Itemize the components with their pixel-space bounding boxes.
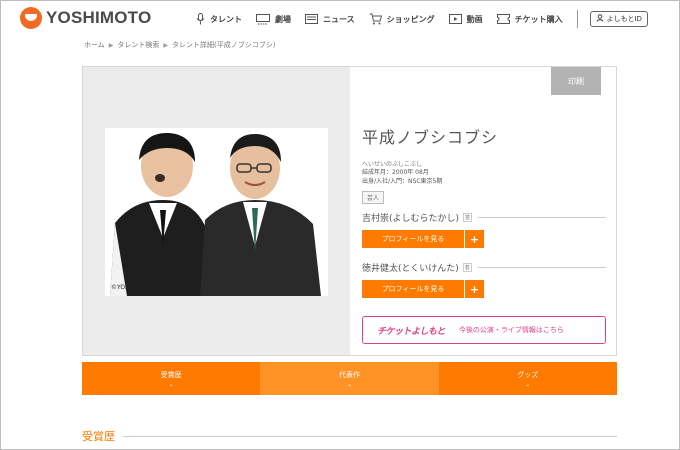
category-tag: 芸人 <box>362 191 385 204</box>
tab-goods[interactable]: グッズ ⌄ <box>438 362 617 395</box>
tab-label: グッズ <box>517 370 539 379</box>
chevron-down-icon: ⌄ <box>346 380 352 388</box>
talent-photo: ©YOSHIMOTO KOGYO CO.,LTD. <box>105 128 328 296</box>
tab-awards[interactable]: 受賞歴 ⌄ <box>82 362 261 395</box>
brand-name: YOSHIMOTO <box>46 8 152 27</box>
section-tabs: 受賞歴 ⌄ 代表作 ⌄ グッズ ⌄ <box>82 362 617 395</box>
photo-panel: ©YOSHIMOTO KOGYO CO.,LTD. <box>83 67 350 355</box>
breadcrumb: ホーム ▶ タレント検索 ▶ タレント詳細(平成ノブシコブシ) <box>84 40 276 50</box>
breadcrumb-home[interactable]: ホーム <box>84 40 105 50</box>
chevron-right-icon: ▶ <box>108 41 114 49</box>
user-icon <box>596 14 604 24</box>
ticket-icon <box>496 14 510 24</box>
member-badge: 芸 <box>463 213 473 222</box>
member-name: 徳井健太(とくいけんた) <box>362 264 459 274</box>
ticket-yoshimoto-banner[interactable]: チケットよしもと 今後の公演・ライブ情報はこちら <box>362 316 606 344</box>
site-header: YOSHIMOTO タレント 劇場 ニュース ショッピング 動画 チケット購入 … <box>0 0 680 36</box>
nav-label: ショッピング <box>386 14 435 24</box>
breadcrumb-current: タレント詳細(平成ノブシコブシ) <box>172 41 276 49</box>
awards-section-header: 受賞歴 <box>82 428 617 444</box>
breadcrumb-talent-search[interactable]: タレント検索 <box>117 40 159 50</box>
member-tokui: 徳井健太(とくいけんた) 芸 プロフィールを見る + <box>362 261 606 298</box>
chevron-down-icon: ⌄ <box>525 380 531 388</box>
nav-divider <box>576 10 578 28</box>
nav-item-video[interactable]: 動画 <box>448 14 483 25</box>
nav-item-shopping[interactable]: ショッピング <box>369 13 435 25</box>
nav-label: 動画 <box>466 14 483 24</box>
tab-label: 代表作 <box>338 370 360 379</box>
divider <box>478 217 606 218</box>
member-yoshimura: 吉村崇(よしむらたかし) 芸 プロフィールを見る + <box>362 211 606 248</box>
nav-item-theater[interactable]: 劇場 <box>256 13 291 25</box>
profile-info-panel: 印刷 平成ノブシコブシ へいせいのぶしこぶし 結成年月：2000年 08月 出身… <box>351 67 617 355</box>
view-profile-button[interactable]: プロフィールを見る + <box>362 230 484 248</box>
talent-profile-card: ©YOSHIMOTO KOGYO CO.,LTD. 印刷 平成ノブシコブシ へい… <box>82 66 617 356</box>
view-profile-button[interactable]: プロフィールを見る + <box>362 280 484 298</box>
main-nav: タレント 劇場 ニュース ショッピング 動画 チケット購入 よしもとID <box>196 10 648 28</box>
nav-item-talent[interactable]: タレント <box>196 13 242 25</box>
login-label: よしもとID <box>606 15 642 23</box>
tab-label: 受賞歴 <box>160 370 182 379</box>
yoshimoto-id-login-button[interactable]: よしもとID <box>589 11 648 27</box>
view-profile-label: プロフィールを見る <box>381 235 445 243</box>
plus-icon: + <box>464 280 484 298</box>
microphone-icon <box>196 13 205 25</box>
divider <box>477 267 606 268</box>
smile-logo-icon <box>20 7 42 29</box>
cart-icon <box>369 13 382 25</box>
member-name: 吉村崇(よしむらたかし) <box>362 214 460 224</box>
nav-item-news[interactable]: ニュース <box>305 14 355 25</box>
nav-label: ニュース <box>323 14 355 24</box>
member-badge: 芸 <box>462 263 472 272</box>
talent-name: 平成ノブシコブシ <box>362 128 499 147</box>
chevron-down-icon: ⌄ <box>168 380 174 388</box>
nav-label: タレント <box>210 14 242 24</box>
section-divider <box>123 435 617 437</box>
ticket-banner-text: 今後の公演・ライブ情報はこちら <box>458 326 564 334</box>
video-icon <box>448 14 462 24</box>
section-title: 受賞歴 <box>82 430 115 443</box>
member-name-row: 徳井健太(とくいけんた) 芸 <box>362 261 606 274</box>
member-name-row: 吉村崇(よしむらたかし) 芸 <box>362 211 606 224</box>
print-button[interactable]: 印刷 <box>551 67 601 95</box>
yoshimoto-logo[interactable]: YOSHIMOTO <box>20 7 151 29</box>
ticket-yoshimoto-logo: チケットよしもと <box>377 326 445 337</box>
news-icon <box>305 14 318 24</box>
nav-label: 劇場 <box>275 14 291 24</box>
chevron-right-icon: ▶ <box>163 41 169 49</box>
formed-date: 結成年月：2000年 08月 <box>362 169 429 176</box>
plus-icon: + <box>464 230 484 248</box>
theater-icon <box>256 13 270 25</box>
nav-item-ticket[interactable]: チケット購入 <box>496 14 563 25</box>
photo-copyright: ©YOSHIMOTO KOGYO CO.,LTD. <box>111 284 204 291</box>
origin-info: 出身/入社/入門：NSC東京5期 <box>362 178 443 185</box>
nav-label: チケット購入 <box>514 14 563 24</box>
view-profile-label: プロフィールを見る <box>381 285 445 293</box>
tab-representative-works[interactable]: 代表作 ⌄ <box>260 362 439 395</box>
